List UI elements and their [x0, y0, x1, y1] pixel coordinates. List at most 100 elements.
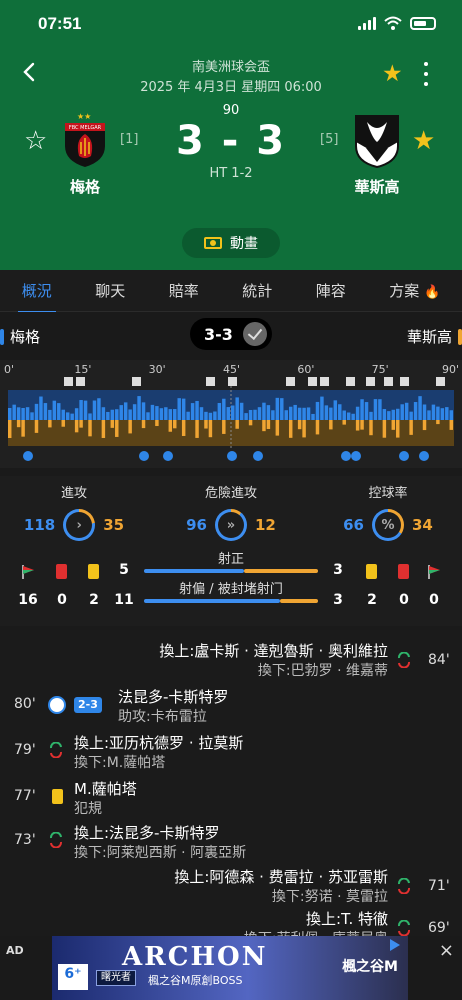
home-color-marker [0, 328, 4, 345]
stat-attack-home: 118 [23, 516, 56, 534]
timeline-bar-home [231, 405, 235, 420]
timeline-bar-away [369, 420, 373, 436]
ad-close-icon[interactable]: × [439, 940, 454, 961]
timeline-bar-home [445, 407, 449, 420]
timeline-bar-home [333, 400, 338, 420]
match-header: 07:51 南美洲球会盃 2025 年 4月3日 星期四 06:00 ★ ☆ ★… [0, 0, 462, 270]
animation-label: 動畫 [230, 236, 258, 252]
timeline-bar-away [48, 420, 52, 428]
timeline-bar-home [226, 407, 230, 420]
tab-stats[interactable]: 統計 [238, 280, 276, 301]
stat-attack-label: 進攻 [60, 486, 87, 501]
shots-on-bar-away [244, 569, 318, 573]
stat-possession-label: 控球率 [368, 486, 408, 501]
timeline-bar-away [262, 420, 266, 432]
event-main: 法昆多-卡斯特罗 [118, 688, 229, 706]
scorebar-away: 華斯高 [407, 326, 462, 347]
favorite-match-star-icon[interactable]: ★ [382, 61, 403, 87]
timeline-event-marker [366, 377, 375, 386]
stat-dangerous-home: 96 [186, 516, 207, 534]
substitution-icon [398, 920, 410, 936]
events-list[interactable]: 換上:盧卡斯 · 達剋魯斯 · 奥利維拉 換下:巴勃罗 · 维嘉蒂 84' 80… [0, 630, 462, 936]
timeline-bar-home [61, 409, 65, 420]
shots-on-bar-home [144, 569, 244, 573]
timeline-bar-away [79, 420, 83, 428]
away-team-name[interactable]: 華斯高 [332, 176, 422, 197]
scorebar-pill[interactable]: 3-3 [190, 318, 272, 350]
timeline-bar-home [222, 398, 226, 420]
tab-tips-label: 方案 [389, 282, 420, 300]
timeline-bar-home [373, 399, 378, 420]
event-minute: 69' [428, 920, 450, 936]
tab-tips[interactable]: 方案 🔥 [385, 280, 444, 301]
timeline-event-marker [23, 451, 33, 461]
ad-subtitle: 楓之谷M原創BOSS [148, 974, 243, 987]
timeline-bar-home [12, 404, 16, 420]
timeline-bar-home [427, 410, 431, 420]
stat-possession: 控球率 66 % 34 [318, 482, 458, 541]
ad-banner-area[interactable]: AD 6⁺ ARCHON 曙光者 楓之谷M原創BOSS 楓之谷M × [0, 936, 462, 1000]
ad-brand: 楓之谷M [342, 959, 398, 975]
timeline-bar-home [275, 397, 280, 420]
stat-attack-away: 35 [103, 516, 125, 534]
timeline-bar-home [239, 402, 244, 420]
timeline-bar-away [128, 420, 132, 434]
shots-on-label: 射正 [217, 552, 244, 567]
away-team-logo[interactable] [352, 112, 402, 168]
momentum-timeline[interactable]: 0' 15' 30' 45' 60' 75' 90' [0, 360, 462, 468]
event-main: 換上:亚历杭德罗 · 拉莫斯 [74, 734, 244, 752]
timeline-bar-home [190, 403, 195, 420]
timeline-bar-home [21, 407, 25, 420]
tab-odds[interactable]: 賠率 [165, 280, 203, 301]
timeline-bar-home [351, 413, 355, 420]
tab-overview[interactable]: 概況 [17, 280, 56, 313]
ad-tag: 曙光者 [96, 970, 136, 986]
timeline-event-marker [163, 451, 173, 461]
stat-dangerous-label: 危險進攻 [204, 486, 257, 501]
timeline-bar-home [92, 400, 97, 420]
scorebar-home: 梅格 [0, 326, 40, 347]
timeline-bar-home [297, 407, 302, 420]
away-favorite-star-icon[interactable]: ★ [412, 126, 435, 156]
ad-choices-icon[interactable] [388, 938, 402, 952]
timeline-bar-home [262, 402, 266, 420]
timeline-bar-home [79, 400, 83, 420]
animation-button[interactable]: 動畫 [182, 228, 280, 258]
timeline-chart: 0' 15' 30' 45' 60' 75' 90' [4, 363, 459, 461]
timeline-bar-home [271, 410, 275, 420]
tab-chat[interactable]: 聊天 [91, 280, 129, 301]
ad-banner[interactable]: 6⁺ ARCHON 曙光者 楓之谷M原創BOSS 楓之谷M [52, 936, 408, 1000]
timeline-bar-home [217, 403, 222, 420]
timeline-tick: 30' [149, 363, 166, 376]
timeline-bar-home [173, 409, 177, 420]
timeline-bar-away [297, 420, 302, 430]
status-time: 07:51 [38, 14, 82, 33]
more-menu-icon[interactable] [420, 62, 432, 86]
away-shots-on: 3 [333, 562, 343, 578]
timeline-bar-away [288, 420, 293, 438]
timeline-bar-home [293, 404, 297, 420]
timeline-bar-home [106, 411, 110, 420]
timeline-bar-home [235, 397, 239, 420]
timeline-tick: 15' [74, 363, 91, 376]
fire-icon: 🔥 [424, 285, 441, 300]
timeline-bar-away [315, 420, 320, 435]
stats-panel: 進攻 118 › 35 危險進攻 96 » 12 控球率 66 % 34 5 射… [0, 476, 462, 626]
timeline-bar-home [132, 404, 137, 420]
timeline-event-marker [132, 377, 141, 386]
timeline-bar-home [364, 402, 369, 420]
timeline-bar-home [284, 410, 288, 420]
possession-ring-glyph: % [375, 512, 401, 538]
timeline-event-marker [419, 451, 429, 461]
stat-possession-away: 34 [412, 516, 433, 534]
timeline-bar-home [449, 410, 453, 420]
timeline-bar-away [382, 420, 387, 438]
timeline-bar-home [338, 404, 342, 420]
timeline-bar-away [16, 420, 21, 428]
timeline-bar-away [155, 420, 159, 427]
timeline-event-marker [308, 377, 317, 386]
substitution-icon [398, 652, 410, 668]
timeline-bar-home [244, 413, 248, 420]
tab-lineup[interactable]: 陣容 [312, 280, 350, 301]
timeline-bar-home [101, 407, 106, 420]
